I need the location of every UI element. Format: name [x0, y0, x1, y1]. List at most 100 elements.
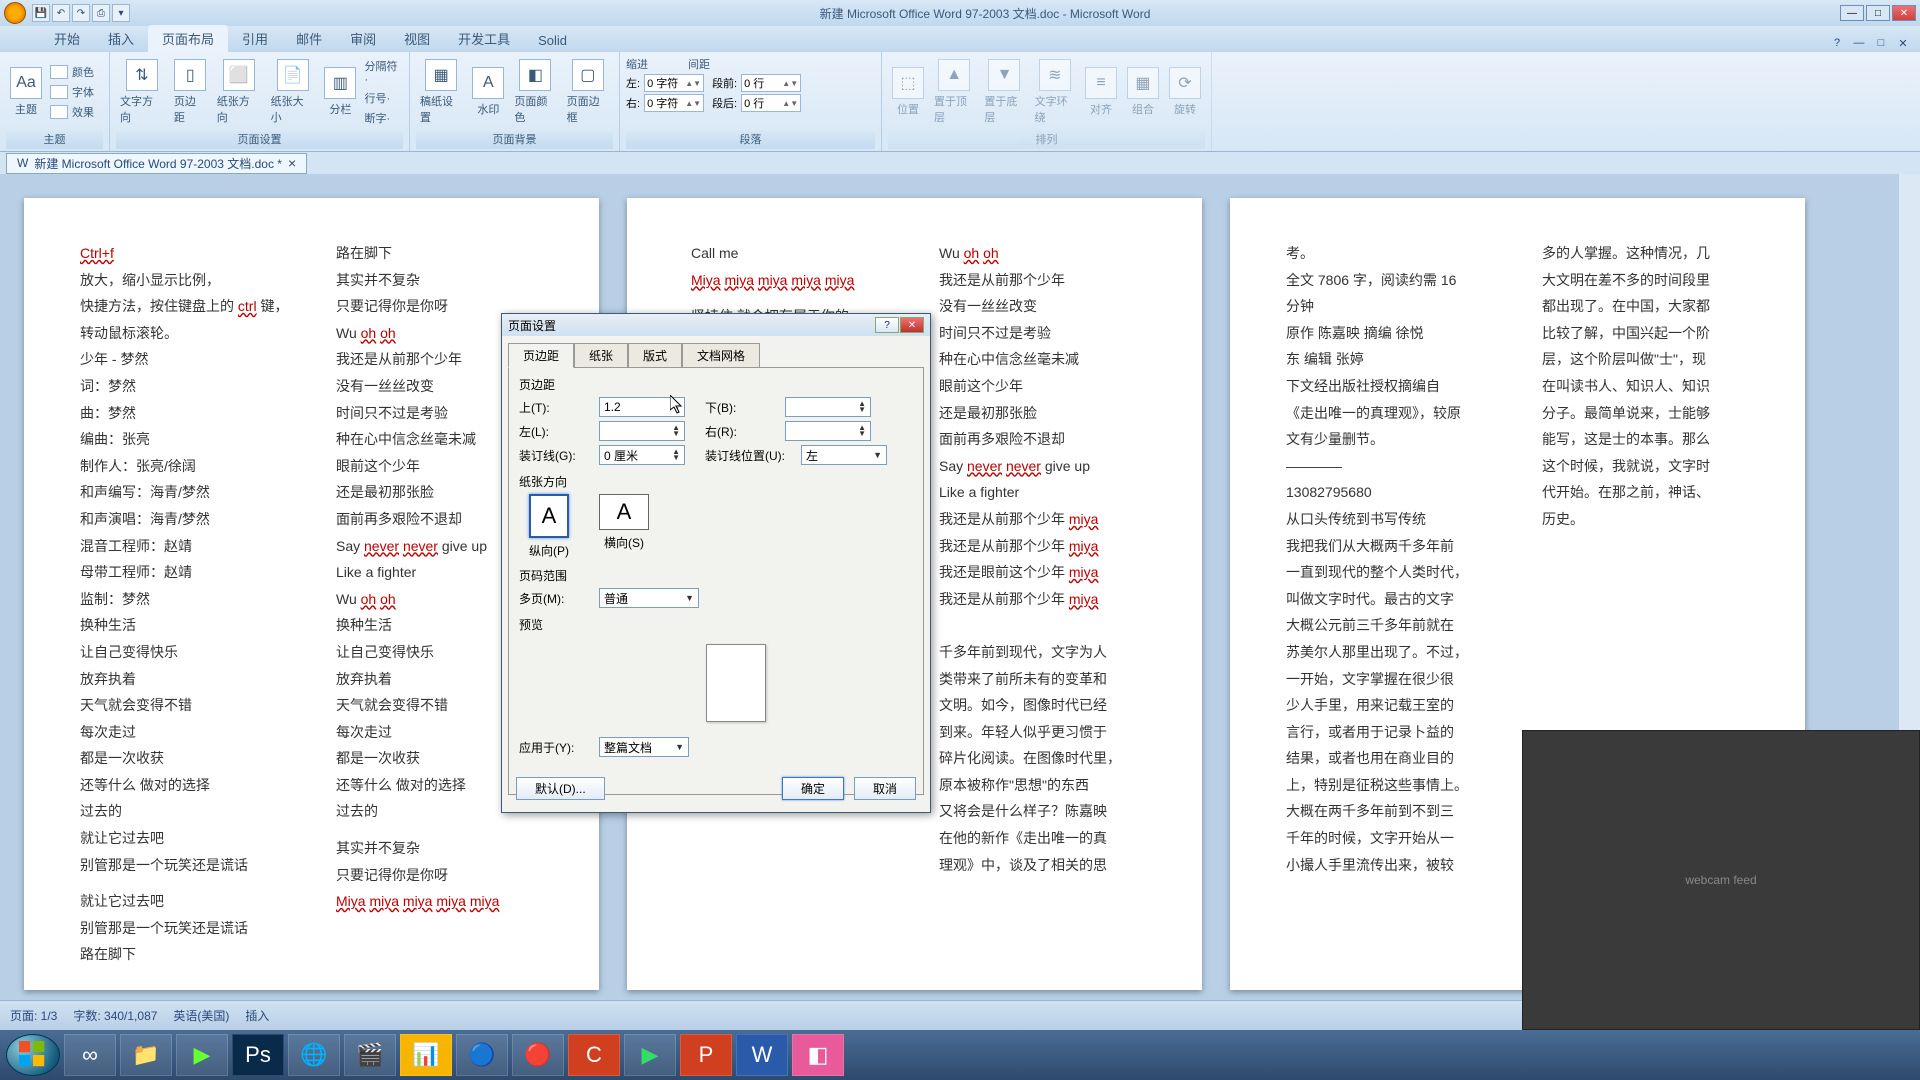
status-lang[interactable]: 英语(美国) [173, 1007, 229, 1024]
line-numbers-button[interactable]: 行号· [362, 89, 403, 107]
tab-solid[interactable]: Solid [524, 29, 581, 52]
margin-top-input[interactable]: 1.2▲▼ [599, 397, 685, 417]
ok-button[interactable]: 确定 [782, 777, 844, 800]
close-tab-icon[interactable]: × [288, 155, 296, 171]
columns-button[interactable]: ▥分栏 [320, 65, 360, 119]
status-page[interactable]: 页面: 1/3 [10, 1007, 57, 1024]
orientation-portrait[interactable]: A纵向(P) [529, 494, 569, 559]
taskbar-app-3[interactable]: ▶ [176, 1034, 228, 1076]
dialog-title: 页面设置 [508, 317, 556, 334]
spacing-label: 间距 [688, 56, 710, 72]
size-button[interactable]: 📄纸张大小 [267, 57, 319, 127]
dialog-tab-layout[interactable]: 版式 [628, 343, 682, 368]
taskbar-app-5[interactable]: 🌐 [288, 1034, 340, 1076]
webcam-overlay: webcam feed [1522, 730, 1920, 1030]
tab-mailings[interactable]: 邮件 [282, 25, 336, 52]
tab-developer[interactable]: 开发工具 [444, 25, 524, 52]
watermark-button[interactable]: A水印 [468, 65, 508, 119]
gutter-input[interactable]: 0 厘米▲▼ [599, 445, 685, 465]
dialog-help-button[interactable]: ? [875, 317, 899, 333]
taskbar-explorer[interactable]: 📁 [120, 1034, 172, 1076]
spacing-before-input[interactable]: 0 行▲▼ [741, 74, 801, 92]
text-direction-button[interactable]: ⇅文字方向 [116, 57, 168, 127]
multipage-select[interactable]: 普通▼ [599, 588, 699, 608]
tab-start[interactable]: 开始 [40, 25, 94, 52]
dialog-close-button[interactable]: ✕ [900, 317, 924, 333]
dialog-tab-margins[interactable]: 页边距 [508, 343, 574, 368]
margins-button[interactable]: ▯页边距 [170, 57, 211, 127]
group-label: 页面背景 [416, 131, 613, 149]
title-bar: 💾 ↶ ↷ ⎙ ▾ 新建 Microsoft Office Word 97-20… [0, 0, 1920, 26]
page1-col1: Ctrl+f放大，缩小显示比例，快捷方法，按住键盘上的 ctrl 键，转动鼠标滚… [80, 240, 330, 968]
taskbar-app-1[interactable]: ∞ [64, 1034, 116, 1076]
theme-colors-button[interactable]: 颜色 [48, 63, 96, 81]
tab-references[interactable]: 引用 [228, 25, 282, 52]
help-icon[interactable]: ? [1828, 34, 1846, 52]
taskbar-chrome-canary[interactable]: 🔵 [456, 1034, 508, 1076]
qat-redo-icon[interactable]: ↷ [72, 4, 90, 22]
close-doc-icon[interactable]: ✕ [1894, 34, 1912, 52]
bring-front-button: ▲置于顶层 [930, 57, 978, 127]
margin-left-input[interactable]: ▲▼ [599, 421, 685, 441]
page-color-button[interactable]: ◧页面颜色 [510, 57, 560, 127]
minimize-ribbon-icon[interactable]: — [1850, 34, 1868, 52]
draft-paper-button[interactable]: ▦稿纸设置 [416, 57, 466, 127]
margin-right-input[interactable]: ▲▼ [785, 421, 871, 441]
dialog-titlebar[interactable]: 页面设置 ? ✕ [502, 314, 930, 336]
word-icon: W [17, 156, 28, 170]
group-button: ▦组合 [1123, 65, 1163, 119]
apply-to-select[interactable]: 整篇文档▼ [599, 737, 689, 757]
taskbar: ∞ 📁 ▶ Ps 🌐 🎬 📊 🔵 🔴 C ▶ P W ◧ [0, 1030, 1920, 1080]
gutter-position-select[interactable]: 左▼ [801, 445, 887, 465]
taskbar-word[interactable]: W [736, 1034, 788, 1076]
taskbar-app-10[interactable]: C [568, 1034, 620, 1076]
orientation-landscape[interactable]: A横向(S) [599, 494, 649, 559]
tab-insert[interactable]: 插入 [94, 25, 148, 52]
maximize-button[interactable]: □ [1866, 5, 1890, 21]
breaks-button[interactable]: 分隔符· [362, 57, 403, 87]
status-words[interactable]: 字数: 340/1,087 [73, 1007, 157, 1024]
preview-thumbnail [706, 644, 766, 722]
tab-review[interactable]: 审阅 [336, 25, 390, 52]
theme-fonts-button[interactable]: 字体 [48, 83, 96, 101]
taskbar-app-14[interactable]: ◧ [792, 1034, 844, 1076]
spacing-after-input[interactable]: 0 行▲▼ [741, 94, 801, 112]
page-borders-button[interactable]: ▢页面边框 [563, 57, 613, 127]
dialog-tab-paper[interactable]: 纸张 [574, 343, 628, 368]
orientation-button[interactable]: ⬜纸张方向 [213, 57, 265, 127]
themes-button[interactable]: Aa主题 [6, 65, 46, 119]
office-button[interactable] [4, 2, 26, 24]
taskbar-app-7[interactable]: 📊 [400, 1034, 452, 1076]
theme-effects-button[interactable]: 效果 [48, 103, 96, 121]
minimize-button[interactable]: — [1840, 5, 1864, 21]
close-button[interactable]: ✕ [1892, 5, 1916, 21]
taskbar-player[interactable]: ▶ [624, 1034, 676, 1076]
tab-pagelayout[interactable]: 页面布局 [148, 25, 228, 52]
qat-undo-icon[interactable]: ↶ [52, 4, 70, 22]
tab-view[interactable]: 视图 [390, 25, 444, 52]
position-button: ⬚位置 [888, 65, 928, 119]
page3-col2: 多的人掌握。这种情况，几大文明在差不多的时间段里都出现了。在中国，大家都比较了解… [1542, 240, 1792, 533]
dialog-tab-grid[interactable]: 文档网格 [682, 343, 760, 368]
status-insert-mode[interactable]: 插入 [245, 1007, 269, 1024]
margin-bottom-input[interactable]: ▲▼ [785, 397, 871, 417]
quick-access-toolbar: 💾 ↶ ↷ ⎙ ▾ [32, 4, 130, 22]
indent-left-input[interactable]: 0 字符▲▼ [644, 74, 704, 92]
cancel-button[interactable]: 取消 [854, 777, 916, 800]
start-button[interactable] [6, 1034, 60, 1076]
default-button[interactable]: 默认(D)... [516, 777, 605, 800]
taskbar-app-6[interactable]: 🎬 [344, 1034, 396, 1076]
indent-right-input[interactable]: 0 字符▲▼ [644, 94, 704, 112]
restore-ribbon-icon[interactable]: □ [1872, 34, 1890, 52]
qat-save-icon[interactable]: 💾 [32, 4, 50, 22]
window-buttons: — □ ✕ [1840, 5, 1916, 21]
hyphenation-button[interactable]: 断字· [362, 109, 403, 127]
preview-section-label: 预览 [519, 616, 913, 633]
qat-more-icon[interactable]: ▾ [112, 4, 130, 22]
taskbar-chrome[interactable]: 🔴 [512, 1034, 564, 1076]
doc-tab[interactable]: W 新建 Microsoft Office Word 97-2003 文档.do… [6, 153, 307, 174]
taskbar-photoshop[interactable]: Ps [232, 1034, 284, 1076]
taskbar-powerpoint[interactable]: P [680, 1034, 732, 1076]
qat-print-icon[interactable]: ⎙ [92, 4, 110, 22]
align-button: ≡对齐 [1081, 65, 1121, 119]
